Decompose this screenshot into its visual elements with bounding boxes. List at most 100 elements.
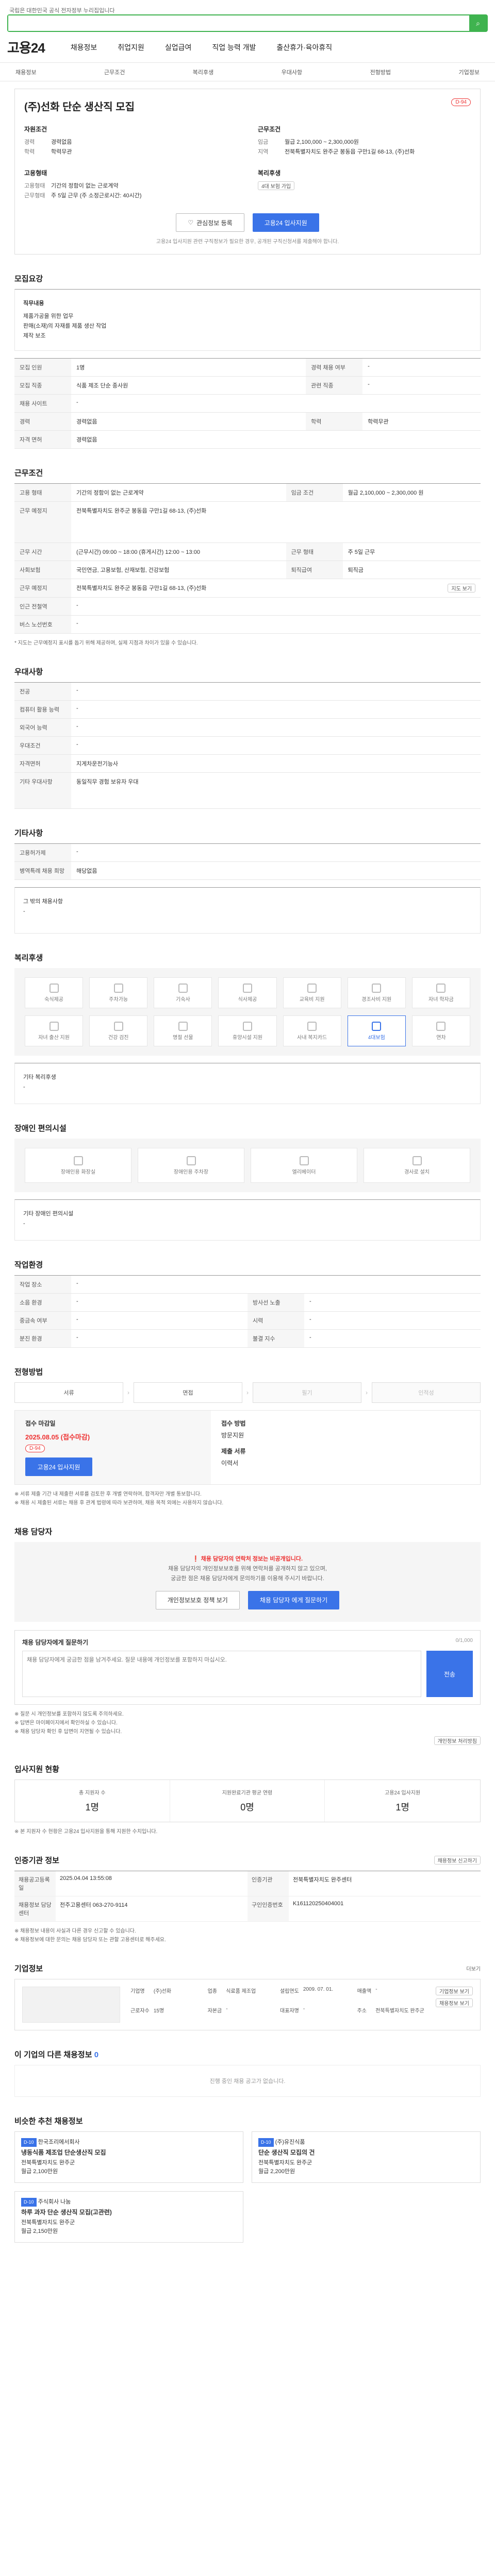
site-logo[interactable]: 고용24 [7, 38, 45, 57]
gnb-item-unemployment[interactable]: 실업급여 [165, 42, 192, 53]
welfare-item: 식사제공 [218, 977, 277, 1008]
contact-alert: ❗ 채용 담당자의 연락처 정보는 비공개입니다. [20, 1554, 475, 1564]
welfare-extra-box: 기타 복리후생 - [14, 1063, 481, 1104]
company-key: 매출액 [357, 1989, 372, 1994]
tab-conditions[interactable]: 근무조건 [104, 68, 125, 76]
company-key: 설립연도 [280, 1989, 299, 1994]
section-title: 근무조건 [14, 469, 43, 478]
table-row: 인근 전철역 - [14, 597, 481, 616]
recommend-card[interactable]: D-10 한국조리에서회사 냉동식품 제조업 단순생산직 모집 전북특별자치도 … [14, 2131, 243, 2183]
info-value: 전주고용센터 063-270-9114 [60, 1902, 128, 1908]
stat-value: 1명 [85, 1802, 100, 1812]
cell-head: 시력 [248, 1311, 304, 1330]
company-more-link[interactable]: 더보기 [466, 1964, 481, 1972]
company-val: - [303, 2006, 305, 2012]
section-title: 입사지원 현황 [14, 1765, 59, 1774]
stats-row: 총 지원자 수 1명 지원완료기관 평균 연령 0명 고용24 입사지원 1명 [14, 1780, 481, 1822]
gnb-item-support[interactable]: 취업지원 [118, 42, 144, 53]
welfare-item-active: 4대보험 [347, 1015, 406, 1046]
company-jobs-button[interactable]: 채용정보 보기 [436, 1998, 473, 2007]
etc-label: 그 밖의 채용사항 [23, 899, 63, 905]
tab-company[interactable]: 기업정보 [458, 68, 479, 76]
company-val: 15명 [153, 2008, 164, 2014]
job-desc-line: 제작 보조 [23, 333, 46, 339]
cell: - [362, 376, 481, 395]
cell-head: 병역특례 채용 희망 [14, 861, 71, 880]
section-title: 복리후생 [14, 954, 43, 962]
qa-note: ※ 채용 담당자 확인 후 답변이 지연될 수 있습니다. [14, 1729, 122, 1735]
welfare-icon [113, 983, 123, 993]
cell: - [71, 1275, 481, 1294]
step-docs: 서류 [14, 1382, 123, 1403]
cell-head: 우대조건 [14, 736, 71, 755]
table-row: 근무 시간 (근무시간) 09:00 ~ 18:00 (휴게시간) 12:00 ~… [14, 543, 481, 561]
qa-textarea[interactable] [22, 1651, 421, 1697]
welfare-label: 건강 검진 [108, 1035, 129, 1041]
contact-desc: 궁금한 점은 채용 담당자에게 문의하기를 이용해 주시기 바랍니다. [171, 1575, 324, 1582]
apply-button-2[interactable]: 고용24 입사지원 [25, 1458, 92, 1476]
search-icon[interactable]: ⌕ [469, 15, 487, 31]
recommend-card[interactable]: D-10 (주)유진식품 단순 생산직 모집의 건 전북특별자치도 완주군 월급… [252, 2131, 481, 2183]
welfare-icon [113, 1021, 123, 1031]
tab-recruit[interactable]: 채용정보 [15, 68, 36, 76]
gnb-item-jobs[interactable]: 채용정보 [71, 42, 97, 53]
welfare-tag: 4대 보험 가입 [258, 181, 295, 190]
recommend-card[interactable]: D-10 주식회사 나눔 하루 과자 단순 생산직 모집(고관련) 전북특별자치… [14, 2191, 243, 2243]
search-bar[interactable]: ⌕ [7, 14, 488, 32]
privacy-policy-button[interactable]: 개인정보보호 정책 보기 [155, 1591, 240, 1609]
welfare-label: 연차 [436, 1035, 446, 1041]
company-info-button[interactable]: 기업정보 보기 [436, 1987, 473, 1995]
search-input[interactable] [8, 15, 462, 31]
cell: - [304, 1311, 481, 1330]
apply-button[interactable]: 고용24 입사지원 [252, 213, 319, 232]
kv-value: 월급 2,100,000 ~ 2,300,000원 [285, 139, 359, 145]
qa-send-button[interactable]: 전송 [426, 1651, 473, 1697]
process-note: ※ 채용 시 제출된 서류는 채용 후 관계 법령에 따라 보관하며, 채용 목… [14, 1500, 224, 1506]
disabled-extra-box: 기타 장애인 편의시설 - [14, 1199, 481, 1241]
cell: - [71, 394, 481, 413]
section-title: 장애인 편의시설 [14, 1124, 67, 1133]
cell: - [71, 682, 481, 701]
tab-process[interactable]: 전형방법 [370, 68, 391, 76]
cell: - [71, 700, 481, 719]
tab-preference[interactable]: 우대사항 [282, 68, 302, 76]
gov-notice: 국립은 대한민국 공식 전자정부 누리집입니다 [9, 8, 115, 14]
like-button[interactable]: ♡ 관심정보 등록 [176, 213, 244, 232]
privacy-link[interactable]: 개인정보 처리방침 [434, 1736, 481, 1745]
welfare-item: 명절 선물 [154, 1015, 212, 1046]
facility-label: 경사로 설치 [404, 1169, 430, 1175]
deadline-value: 2025.08.05 (접수마감) [25, 1433, 90, 1441]
other-jobs-count: 0 [94, 2050, 99, 2059]
gnb-item-leave[interactable]: 출산휴가·육아휴직 [276, 42, 332, 53]
etc-table: 고용허가제 - 병역특례 채용 희망 해당없음 [14, 843, 481, 880]
recruit-section: 모집요강 직무내용 제품가공을 위한 업무 판매(소재)의 자재를 제품 생산 … [14, 273, 481, 449]
rec-badge: D-10 [21, 2198, 37, 2207]
welfare-section: 복리후생 숙식제공 주차가능 기숙사 식사제공 교육비 지원 경조사비 지원 자… [14, 952, 481, 1104]
cell-head: 자격면허 [14, 754, 71, 773]
ask-recruiter-button[interactable]: 채용 담당자 에게 질문하기 [248, 1591, 340, 1609]
facility-item: 장애인용 주차장 [138, 1148, 244, 1183]
summary-right-head: 근무조건 [258, 126, 281, 133]
tab-welfare[interactable]: 복리후생 [193, 68, 213, 76]
info-value: 전북특별자치도 완주센터 [293, 1877, 352, 1883]
gnb-item-training[interactable]: 직업 능력 개발 [212, 42, 256, 53]
report-button[interactable]: 채용정보 신고하기 [434, 1856, 481, 1865]
cell: 국민연금, 고용보험, 산재보험, 건강보험 [71, 561, 286, 579]
cell-head: 관련 직종 [306, 376, 363, 395]
welfare-label: 자녀 출산 지원 [38, 1035, 70, 1041]
table-row: 작업 장소 - [14, 1275, 481, 1294]
process-note: ※ 서류 제출 기간 내 제출한 서류를 검토한 후 개별 연락하며, 합격자만… [14, 1492, 202, 1497]
cell-head: 임금 조건 [286, 483, 343, 502]
welfare-item: 숙식제공 [25, 977, 84, 1008]
table-row: 근무 예정지 전북특별자치도 완주군 봉동읍 구만1길 68-13, (주)선화 … [14, 579, 481, 598]
cell-head: 모집 인원 [14, 358, 71, 377]
section-title: 기타사항 [14, 829, 43, 838]
other-jobs-section: 이 기업의 다른 채용정보 0 진행 중인 채용 공고가 없습니다. [14, 2049, 481, 2097]
welfare-item: 경조사비 지원 [347, 977, 406, 1008]
environment-section: 작업환경 작업 장소 - 소음 환경 - 방사선 노출 - 중금속 여부 - 시력 - 분진 … [14, 1259, 481, 1348]
cell-head: 소음 환경 [14, 1293, 71, 1312]
job-desc-box: 직무내용 제품가공을 위한 업무 판매(소재)의 자재를 제품 생산 작업 제작… [14, 289, 481, 351]
company-val: (주)선화 [153, 1989, 172, 1994]
welfare-label: 경조사비 지원 [361, 996, 392, 1003]
map-button[interactable]: 지도 보기 [448, 584, 475, 592]
